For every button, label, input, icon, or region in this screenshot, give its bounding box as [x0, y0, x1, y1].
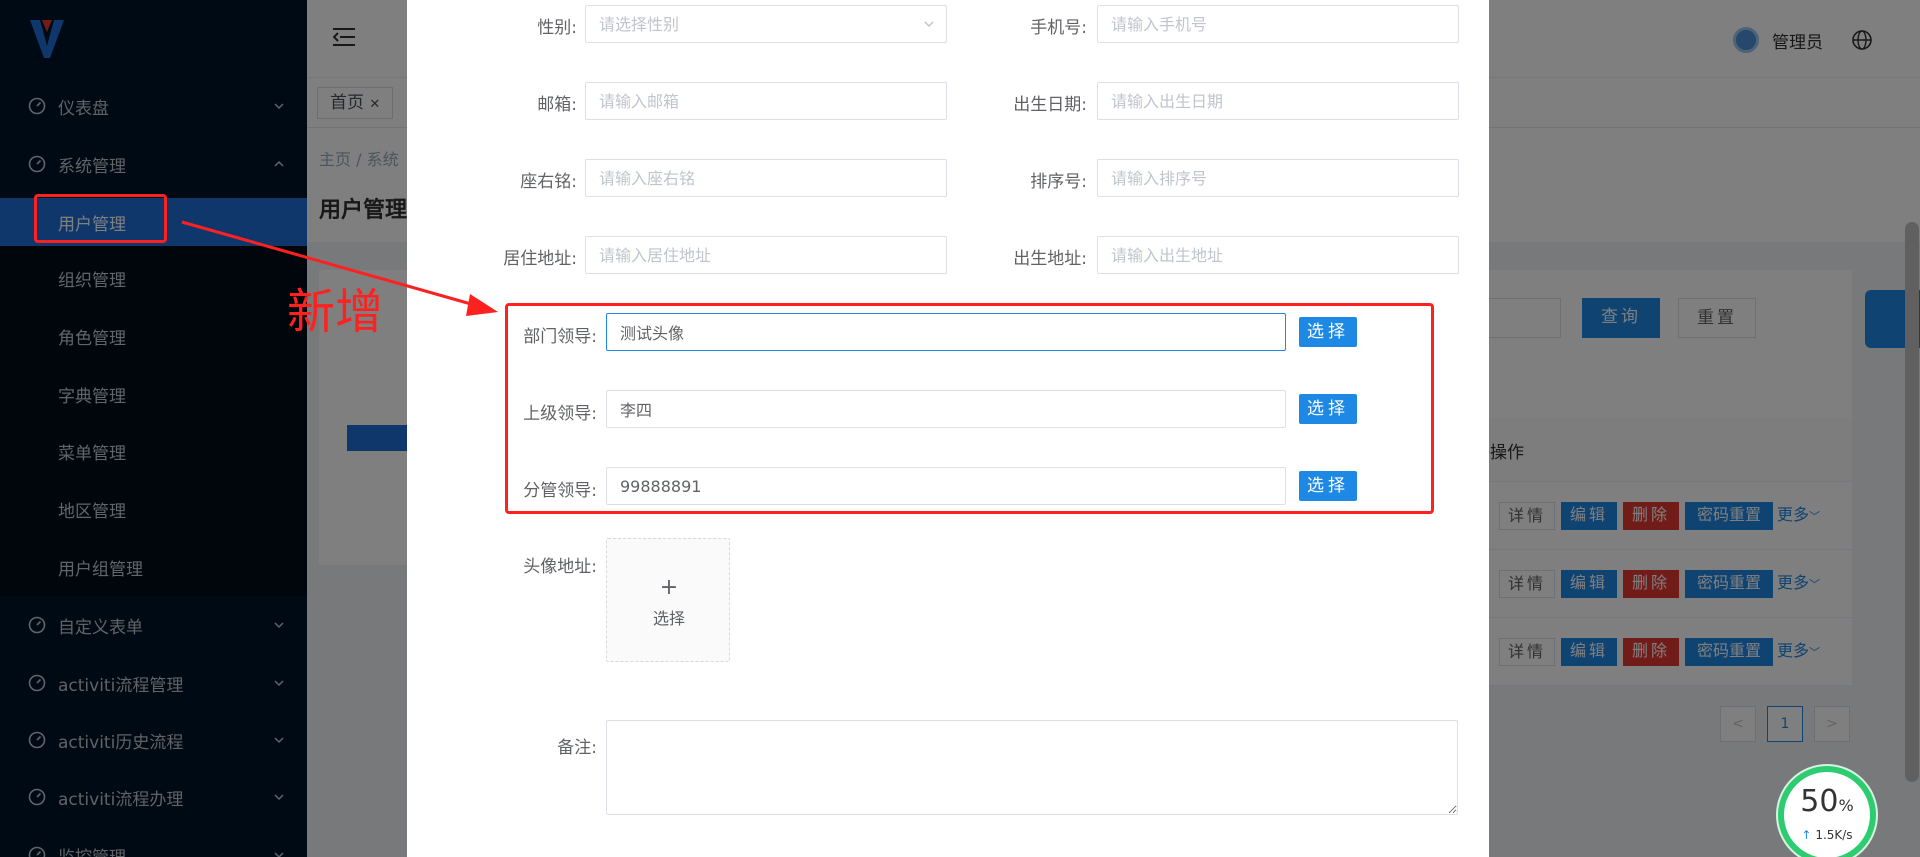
highlight-box-menu	[34, 194, 167, 243]
gender-input[interactable]	[585, 5, 947, 43]
speed-rate: ↑ 1.5K/s	[1784, 828, 1870, 842]
gender-select[interactable]	[585, 5, 947, 43]
birth-date-label: 出生日期:	[1013, 95, 1087, 115]
percent-value: 50	[1800, 784, 1839, 819]
sort-input[interactable]	[1097, 159, 1459, 197]
sort-label: 排序号:	[1030, 172, 1087, 192]
percent-unit: %	[1838, 796, 1854, 815]
home-address-input[interactable]	[585, 236, 947, 274]
avatar-label: 头像地址:	[523, 557, 597, 577]
speed-percent: 50%	[1784, 784, 1870, 819]
network-speed-widget[interactable]: 50% ↑ 1.5K/s	[1778, 766, 1876, 857]
phone-input[interactable]	[1097, 5, 1459, 43]
annotation-label: 新增	[287, 284, 384, 340]
plus-icon: +	[659, 575, 679, 600]
birth-place-input[interactable]	[1097, 236, 1459, 274]
upload-label: 选择	[652, 609, 685, 628]
remark-label: 备注:	[557, 738, 597, 758]
chevron-down-icon	[924, 21, 934, 28]
rate-value: 1.5K/s	[1815, 828, 1853, 842]
email-input[interactable]	[585, 82, 947, 120]
email-label: 邮箱:	[537, 95, 577, 115]
birth-place-label: 出生地址:	[1013, 249, 1087, 269]
birth-date-input[interactable]	[1097, 82, 1459, 120]
motto-label: 座右铭:	[520, 172, 577, 192]
gender-label: 性别:	[537, 18, 577, 38]
highlight-box-leaders	[505, 303, 1434, 514]
avatar-upload[interactable]: + 选择	[606, 538, 730, 662]
home-address-label: 居住地址:	[503, 249, 577, 269]
upload-arrow-icon: ↑	[1801, 828, 1812, 842]
remark-textarea[interactable]	[606, 720, 1458, 815]
motto-input[interactable]	[585, 159, 947, 197]
phone-label: 手机号:	[1030, 18, 1087, 38]
